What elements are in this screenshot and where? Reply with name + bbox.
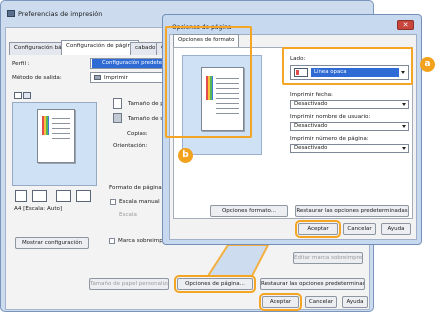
watermark-checkbox[interactable] xyxy=(109,238,115,244)
settings-view-icon[interactable] xyxy=(23,92,31,99)
preview-page xyxy=(37,109,75,163)
chevron-down-icon xyxy=(402,103,406,106)
manual-scale-label: Escala manual xyxy=(119,199,160,205)
layout-1-icon[interactable] xyxy=(15,190,27,202)
help-button[interactable]: Ayuda xyxy=(342,296,368,308)
cancel-button[interactable]: Cancelar xyxy=(305,296,337,308)
page-preview xyxy=(12,102,97,186)
print-page-number-label: Imprimir número de página: xyxy=(290,136,369,142)
print-date-label: Imprimir fecha: xyxy=(290,92,333,98)
output-method-value: Imprimir xyxy=(104,75,128,81)
chevron-down-icon xyxy=(402,125,406,128)
restore-defaults-button[interactable]: Restaurar las opciones predeterminadas xyxy=(260,278,365,290)
dialog-restore-defaults-button[interactable]: Restaurar las opciones predeterminadas xyxy=(295,205,409,217)
output-size-label: Tamaño de s xyxy=(128,116,164,122)
page-options-button[interactable]: Opciones de página... xyxy=(174,275,256,293)
format-options-button[interactable]: Opciones formato... xyxy=(210,205,288,217)
dialog-help-button[interactable]: Ayuda xyxy=(381,223,411,235)
print-date-select[interactable]: Desactivado xyxy=(290,100,409,109)
print-username-value: Desactivado xyxy=(294,123,328,129)
close-icon[interactable]: ✕ xyxy=(397,20,414,30)
orientation-label: Orientación: xyxy=(113,143,148,149)
dialog-cancel-button[interactable]: Cancelar xyxy=(343,223,376,235)
callout-a: a xyxy=(420,57,435,72)
ok-button[interactable]: Aceptar xyxy=(259,293,302,311)
print-page-number-select[interactable]: Desactivado xyxy=(290,144,409,153)
dialog-ok-button[interactable]: Aceptar xyxy=(295,220,341,238)
perfil-label: Perfil : xyxy=(12,61,30,67)
output-method-label: Método de salida: xyxy=(12,75,62,81)
perfil-value: Configuración predeter xyxy=(92,59,164,68)
edit-watermark-button[interactable]: Editar marca sobreimpresión... xyxy=(293,252,363,264)
callout-b: b xyxy=(178,148,193,163)
preview-caption: A4 [Escala: Auto] xyxy=(14,206,63,212)
window-title: Preferencias de impresión xyxy=(18,10,103,18)
chevron-down-icon xyxy=(402,147,406,150)
page-view-icon[interactable] xyxy=(14,92,22,99)
layout-3-icon[interactable] xyxy=(56,190,71,202)
page-layout-label: Formato de página: xyxy=(109,185,164,191)
print-username-select[interactable]: Desactivado xyxy=(290,122,409,131)
layout-4-icon[interactable] xyxy=(76,190,91,202)
watermark-label: Marca sobreimpr xyxy=(118,238,166,244)
paper-size-icon xyxy=(113,98,122,109)
layout-2-icon[interactable] xyxy=(32,190,47,202)
preview-highlight xyxy=(165,26,252,138)
scale-label: Escala xyxy=(119,212,137,218)
printer-icon xyxy=(94,75,101,80)
copies-label: Copias: xyxy=(127,131,148,137)
custom-paper-size-button[interactable]: Tamaño de papel personalizado... xyxy=(89,278,169,290)
output-size-icon xyxy=(113,113,122,123)
output-method-select[interactable]: Imprimir xyxy=(90,72,166,83)
manual-scale-checkbox[interactable] xyxy=(110,199,116,205)
paper-size-label: Tamaño de p xyxy=(128,101,164,107)
side-highlight xyxy=(282,47,413,85)
print-date-value: Desactivado xyxy=(294,101,328,107)
show-settings-button[interactable]: Mostrar configuración xyxy=(15,237,89,249)
tab-configuracion-pagina[interactable]: Configuración de página xyxy=(61,40,140,55)
print-page-number-value: Desactivado xyxy=(294,145,328,151)
printer-icon xyxy=(7,10,15,17)
print-username-label: Imprimir nombre de usuario: xyxy=(290,114,371,120)
perfil-select[interactable]: Configuración predeter xyxy=(90,58,166,69)
